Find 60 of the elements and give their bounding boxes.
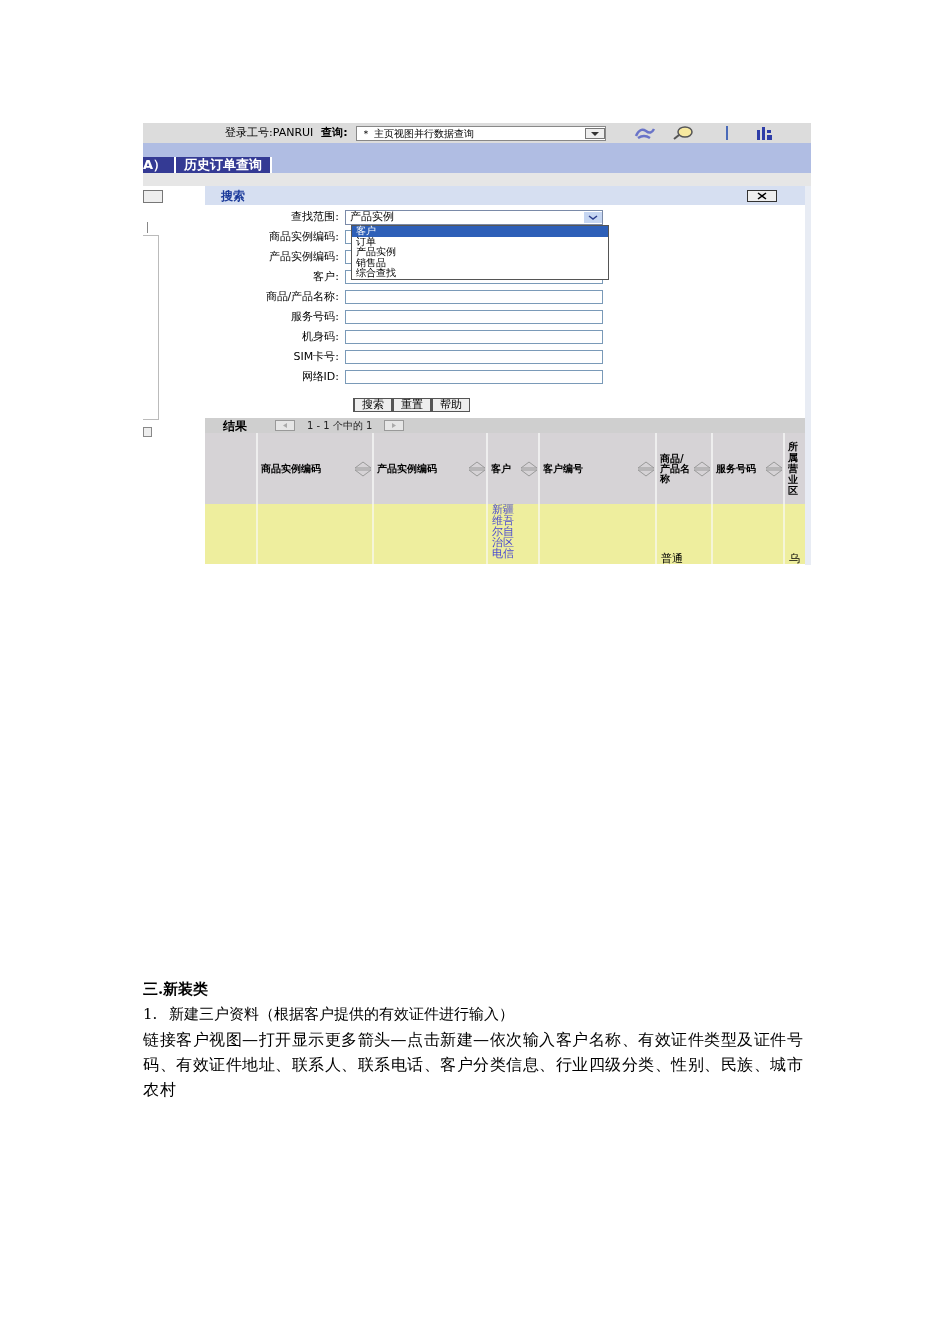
tab[interactable]: 历史订单查询 [176, 157, 273, 173]
form-button[interactable]: 重置 [392, 398, 431, 412]
sort-icon[interactable] [693, 460, 711, 477]
side-button[interactable] [143, 190, 163, 203]
column-header[interactable]: 服务号码 [713, 433, 785, 504]
login-id: 登录工号:PANRUI [225, 124, 314, 141]
tab[interactable]: A） [143, 157, 177, 173]
sort-icon[interactable] [637, 460, 655, 477]
field-label: 查找范围: [290, 208, 340, 225]
query-select[interactable]: ＊ 主页视图并行数据查询 [355, 125, 606, 141]
dropdown-option[interactable]: 订单 [352, 236, 608, 247]
table-cell [205, 504, 258, 564]
form-button[interactable]: 帮助 [431, 398, 470, 412]
field-label: 机身码: [301, 328, 340, 345]
field-label: 服务号码: [290, 308, 340, 325]
bars-icon[interactable] [755, 126, 774, 140]
dropdown-option[interactable]: 客户 [352, 226, 608, 237]
input-field[interactable] [345, 330, 603, 344]
search-title: 搜索 [221, 187, 245, 205]
cell-text: 乌 [789, 553, 800, 564]
close-icon[interactable] [747, 189, 777, 202]
input-field[interactable] [345, 350, 603, 364]
search-icon[interactable] [671, 126, 694, 140]
side-icon[interactable] [143, 427, 152, 437]
customer-link[interactable]: 新疆维吾尔自治区电信 [492, 504, 516, 559]
dropdown-option[interactable]: 销售品 [352, 257, 608, 268]
input-field[interactable] [345, 310, 603, 324]
sort-icon[interactable] [520, 460, 538, 477]
dropdown-option[interactable]: 综合查找 [352, 268, 608, 279]
field-label: 客户: [312, 268, 340, 285]
instruction-paragraph: 链接客户视图—打开显示更多箭头—点击新建—依次输入客户名称、有效证件类型及证件号码、有效证件地址、联系人、联系电话、客户分类信息、行业四级分类、性别、民族、城市农村 [143, 1029, 804, 1101]
field-label: 网络ID: [300, 368, 340, 385]
sort-icon[interactable] [468, 460, 486, 477]
list-item-text: 新建三户资料（根据客户提供的有效证件进行输入） [169, 1004, 515, 1025]
sort-icon[interactable] [354, 460, 372, 477]
column-header[interactable]: 商品实例编码 [258, 433, 374, 504]
field-label: SIM卡号: [292, 348, 340, 365]
previous-page-icon[interactable] [275, 420, 295, 431]
pager-text: 1 - 1 个中的 1 [307, 419, 373, 433]
section-heading: 三.新装类 [143, 979, 209, 1000]
query-label: 查询: [321, 124, 348, 141]
results-title: 结果 [223, 417, 247, 435]
column-header[interactable]: 客户编号 [540, 433, 657, 504]
column-header[interactable]: 客户 [488, 433, 540, 504]
column-header[interactable]: 产品实例编码 [374, 433, 488, 504]
search-scope-select[interactable]: 产品实例 [345, 209, 603, 225]
field-label: 产品实例编码: [268, 248, 340, 265]
list-number: 1. [143, 1004, 158, 1025]
input-field[interactable] [345, 290, 603, 304]
column-header[interactable]: 商品/产品名称 [657, 433, 713, 504]
dropdown-option[interactable]: 产品实例 [352, 247, 608, 258]
field-label: 商品/产品名称: [264, 288, 340, 305]
cell-text: 普通 [661, 553, 683, 564]
field-label: 商品实例编码: [268, 228, 340, 245]
input-field[interactable] [345, 370, 603, 384]
swirl-icon[interactable] [633, 126, 656, 140]
sort-icon[interactable] [765, 460, 783, 477]
next-page-icon[interactable] [384, 420, 405, 431]
form-button[interactable]: 搜索 [353, 398, 392, 412]
chevron-down-icon [584, 211, 602, 223]
